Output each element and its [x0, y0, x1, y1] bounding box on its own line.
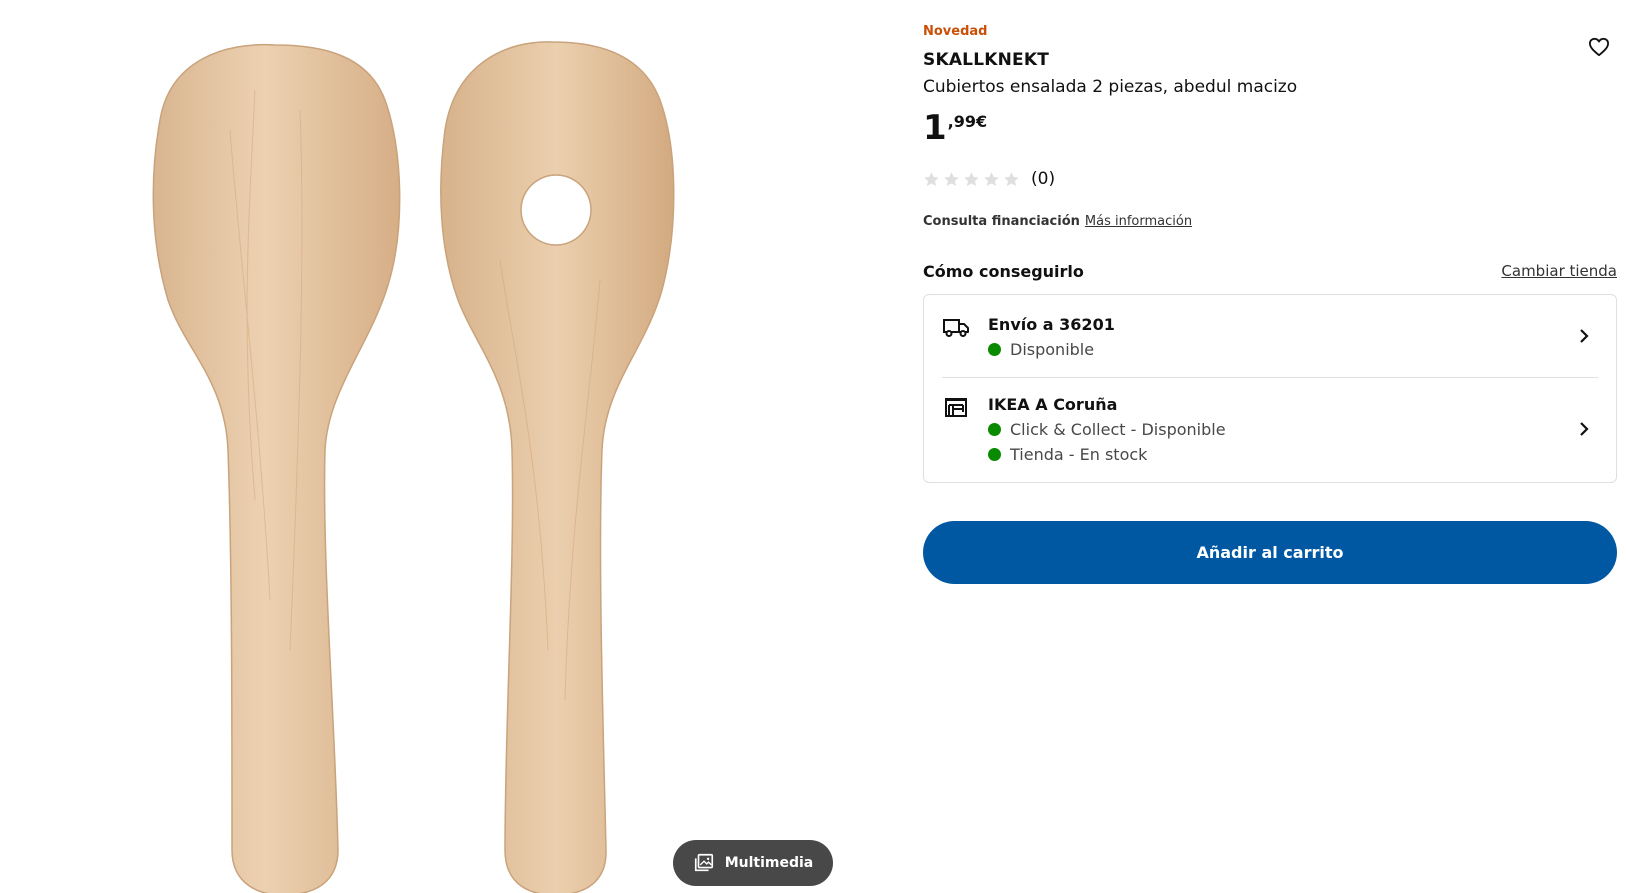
click-collect-status-text: Click & Collect - Disponible [1010, 420, 1226, 439]
change-store-link[interactable]: Cambiar tienda [1501, 262, 1617, 280]
new-badge: Novedad [923, 24, 988, 39]
how-to-get-title: Cómo conseguirlo [923, 262, 1084, 281]
product-name: SKALLKNEKT [923, 50, 1050, 70]
store-option[interactable]: IKEA A Coruña Click & Collect - Disponib… [924, 378, 1616, 483]
status-dot [988, 423, 1001, 436]
store-stock-status: Tienda - En stock [988, 445, 1147, 464]
store-title: IKEA A Coruña [988, 395, 1118, 414]
financing-label: Consulta financiación [923, 214, 1080, 229]
star-icon [924, 171, 939, 186]
chevron-right-icon [1580, 329, 1589, 343]
rating[interactable]: (0) [923, 169, 1055, 189]
rating-count: (0) [1031, 169, 1056, 189]
price: 1 ,99€ [923, 108, 987, 148]
truck-icon [943, 319, 969, 337]
add-to-cart-button[interactable]: Añadir al carrito [923, 521, 1617, 584]
product-image[interactable] [0, 0, 870, 893]
multimedia-label: Multimedia [724, 855, 814, 871]
delivery-title: Envío a 36201 [988, 315, 1115, 334]
click-collect-status: Click & Collect - Disponible [988, 420, 1226, 439]
star-icon [984, 171, 999, 186]
favourite-button[interactable] [1584, 32, 1614, 62]
status-dot [988, 448, 1001, 461]
multimedia-button[interactable]: Multimedia [673, 840, 833, 886]
star-icon [964, 171, 979, 186]
delivery-status-text: Disponible [1010, 340, 1095, 359]
store-stock-status-text: Tienda - En stock [1010, 445, 1148, 464]
chevron-right-icon [1580, 422, 1589, 436]
spoon-right [440, 41, 675, 893]
star-icon [1004, 171, 1019, 186]
image-gallery-icon [694, 853, 713, 872]
delivery-option[interactable]: Envío a 36201 Disponible [924, 295, 1616, 377]
product-description: Cubiertos ensalada 2 piezas, abedul maci… [923, 77, 1298, 97]
price-decimal: ,99€ [947, 112, 988, 131]
product-gallery: Multimedia [0, 0, 870, 893]
price-integer: 1 [923, 108, 947, 148]
heart-icon [1588, 37, 1609, 57]
spoon-left [152, 43, 401, 893]
store-icon [945, 398, 967, 417]
availability-box: Envío a 36201 Disponible IKEA A Coruña C… [923, 294, 1617, 483]
star-icon [944, 171, 959, 186]
financing-more-info-link[interactable]: Más información [1085, 214, 1192, 229]
delivery-status: Disponible [988, 340, 1094, 359]
product-info-panel: Novedad SKALLKNEKT Cubiertos ensalada 2 … [923, 0, 1617, 893]
financing: Consulta financiación Más información [923, 214, 1192, 229]
status-dot [988, 343, 1001, 356]
